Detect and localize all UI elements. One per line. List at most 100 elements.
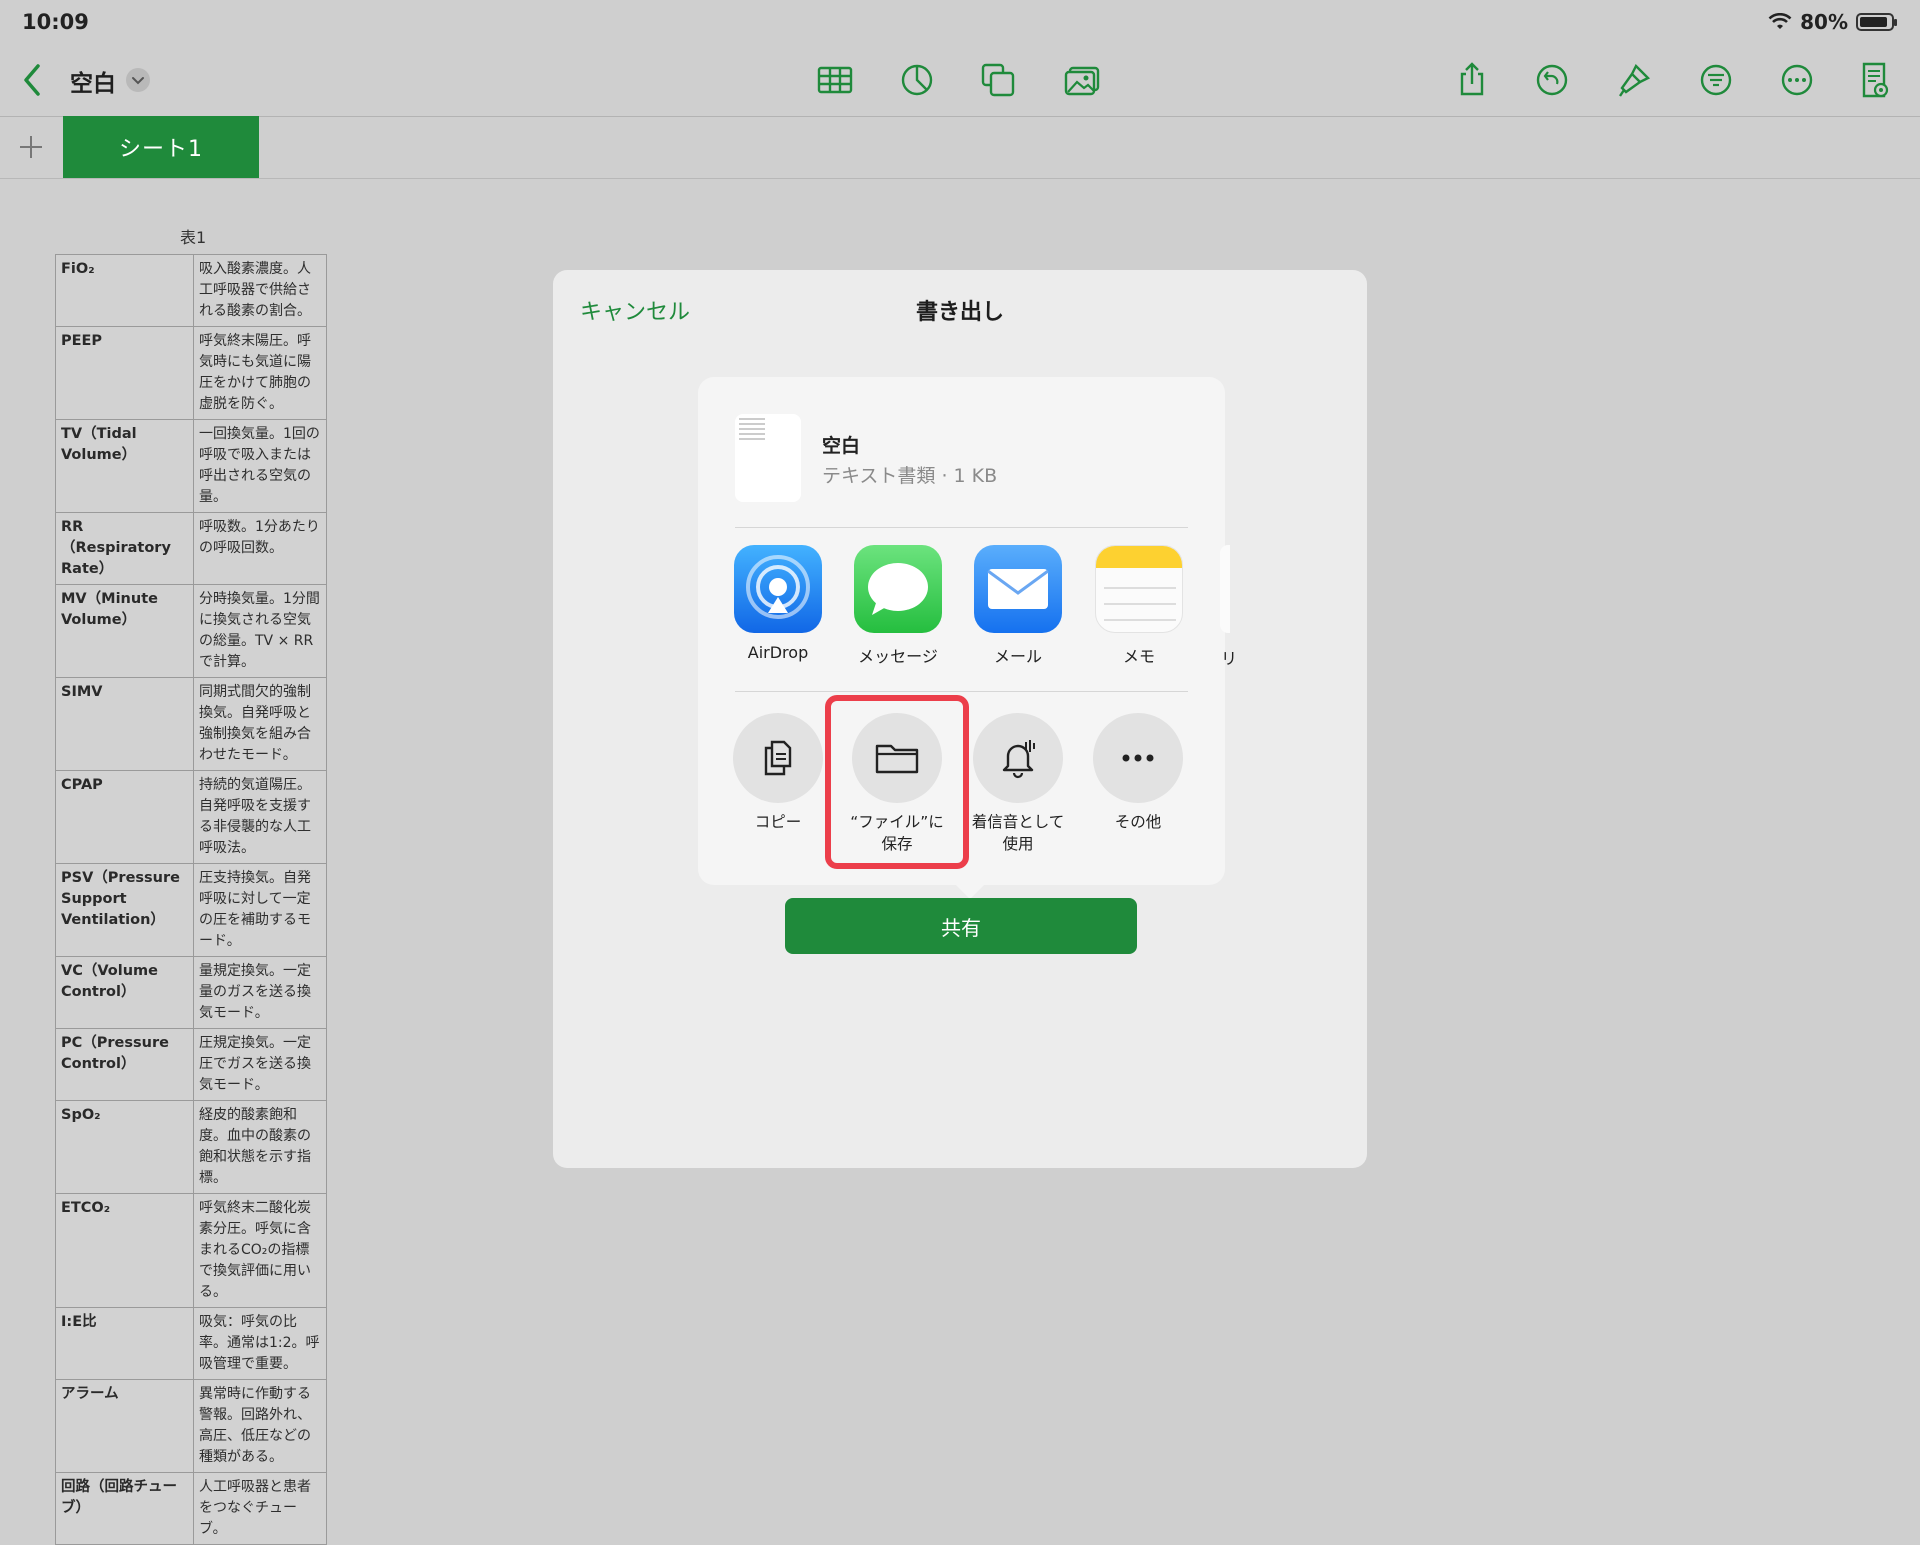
ellipsis-icon <box>1093 713 1183 803</box>
table-row: I:E比 吸気：呼気の比率。通常は1:2。呼吸管理で重要。 <box>55 1307 327 1380</box>
action-label: その他 <box>1114 813 1162 831</box>
term-cell[interactable]: PC（Pressure Control） <box>55 1028 194 1101</box>
action-label: コピー <box>754 813 802 831</box>
more-action[interactable]: その他 <box>1088 713 1188 833</box>
description-cell[interactable]: 同期式間欠的強制換気。自発呼吸と強制換気を組み合わせたモード。 <box>193 677 327 771</box>
description-cell[interactable]: 呼気終末二酸化炭素分圧。呼気に含まれるCO₂の指標で換気評価に用いる。 <box>193 1193 327 1308</box>
table-title: 表1 <box>180 228 207 247</box>
description-cell[interactable]: 圧支持換気。自発呼吸に対して一定の圧を補助するモード。 <box>193 863 327 957</box>
back-button[interactable] <box>16 58 50 102</box>
mail-icon <box>974 545 1062 633</box>
wifi-icon <box>1768 13 1792 29</box>
description-cell[interactable]: 一回換気量。1回の呼吸で吸入または呼出される空気の量。 <box>193 419 327 513</box>
table-row: TV（Tidal Volume） 一回換気量。1回の呼吸で吸入または呼出される空気… <box>55 419 327 513</box>
app-label: AirDrop <box>747 643 809 662</box>
copy-action[interactable]: コピー <box>728 713 828 833</box>
table-row: FiO₂ 吸入酸素濃度。人工呼吸器で供給される酸素の割合。 <box>55 254 327 327</box>
divider <box>735 527 1188 528</box>
share-app-mail[interactable]: メール <box>973 545 1063 667</box>
photo-icon <box>1064 66 1100 96</box>
file-thumbnail <box>735 414 801 502</box>
share-sheet: 空白 テキスト書類 · 1 KB AirDrop メッセージ メール メモ リ … <box>698 377 1237 899</box>
term-cell[interactable]: TV（Tidal Volume） <box>55 419 194 513</box>
insert-table-button[interactable] <box>815 60 855 100</box>
more-button[interactable] <box>1777 60 1817 100</box>
share-button[interactable] <box>1452 60 1492 100</box>
undo-icon <box>1536 64 1568 96</box>
action-label: 着信音として使用 <box>971 813 1065 853</box>
table-row: PC（Pressure Control） 圧規定換気。一定圧でガスを送る換気モード… <box>55 1028 327 1101</box>
table-row: MV（Minute Volume） 分時換気量。1分間に換気される空気の総量。TV… <box>55 584 327 678</box>
notes-icon <box>1095 545 1183 633</box>
table-row: ETCO₂ 呼気終末二酸化炭素分圧。呼気に含まれるCO₂の指標で換気評価に用いる。 <box>55 1193 327 1308</box>
share-confirm-button[interactable]: 共有 <box>785 898 1137 954</box>
format-button[interactable] <box>1614 60 1654 100</box>
description-cell[interactable]: 分時換気量。1分間に換気される空気の総量。TV × RRで計算。 <box>193 584 327 678</box>
insert-media-button[interactable] <box>1062 60 1102 100</box>
term-cell[interactable]: CPAP <box>55 770 194 864</box>
status-bar: 10:09 80% <box>0 0 1920 44</box>
table-row: SIMV 同期式間欠的強制換気。自発呼吸と強制換気を組み合わせたモード。 <box>55 677 327 771</box>
table-row: VC（Volume Control） 量規定換気。一定量のガスを送る換気モード。 <box>55 956 327 1029</box>
term-cell[interactable]: VC（Volume Control） <box>55 956 194 1029</box>
table-row: CPAP 持続的気道陽圧。自発呼吸を支援する非侵襲的な人工呼吸法。 <box>55 770 327 864</box>
table-icon <box>817 66 853 94</box>
description-cell[interactable]: 呼吸数。1分あたりの呼吸回数。 <box>193 512 327 585</box>
term-cell[interactable]: MV（Minute Volume） <box>55 584 194 678</box>
reading-view-button[interactable] <box>1854 60 1894 100</box>
table-row: アラーム 異常時に作動する警報。回路外れ、高圧、低圧などの種類がある。 <box>55 1379 327 1473</box>
battery-icon <box>1856 13 1897 31</box>
app-label: メール <box>993 647 1042 666</box>
term-cell[interactable]: アラーム <box>55 1379 194 1473</box>
document-title[interactable]: 空白 <box>70 64 116 98</box>
filter-icon <box>1700 64 1732 96</box>
reminders-icon[interactable] <box>1220 545 1230 633</box>
table-row: PEEP 呼気終末陽圧。呼気時にも気道に陽圧をかけて肺胞の虚脱を防ぐ。 <box>55 326 327 420</box>
use-as-ringtone-action[interactable]: 着信音として使用 <box>968 713 1068 855</box>
share-app-notes[interactable]: メモ <box>1094 545 1184 667</box>
status-time: 10:09 <box>22 10 89 34</box>
term-cell[interactable]: PEEP <box>55 326 194 420</box>
description-cell[interactable]: 量規定換気。一定量のガスを送る換気モード。 <box>193 956 327 1029</box>
plus-icon <box>20 136 42 158</box>
description-cell[interactable]: 呼気終末陽圧。呼気時にも気道に陽圧をかけて肺胞の虚脱を防ぐ。 <box>193 326 327 420</box>
description-cell[interactable]: 経皮的酸素飽和度。血中の酸素の飽和状態を示す指標。 <box>193 1100 327 1194</box>
share-app-messages[interactable]: メッセージ <box>853 545 943 667</box>
table-row: SpO₂ 経皮的酸素飽和度。血中の酸素の飽和状態を示す指標。 <box>55 1100 327 1194</box>
share-icon <box>1460 62 1484 96</box>
description-cell[interactable]: 人工呼吸器と患者をつなぐチューブ。 <box>193 1472 327 1545</box>
term-cell[interactable]: SIMV <box>55 677 194 771</box>
organize-button[interactable] <box>1696 60 1736 100</box>
undo-button[interactable] <box>1532 60 1572 100</box>
term-cell[interactable]: PSV（Pressure Support Ventilation） <box>55 863 194 957</box>
term-cell[interactable]: SpO₂ <box>55 1100 194 1194</box>
term-cell[interactable]: 回路（回路チューブ） <box>55 1472 194 1545</box>
tab-sheet-1[interactable]: シート1 <box>63 116 259 178</box>
highlight-box <box>825 695 969 869</box>
file-meta: テキスト書類 · 1 KB <box>822 465 998 487</box>
insert-chart-button[interactable] <box>897 60 937 100</box>
share-app-airdrop[interactable]: AirDrop <box>733 545 823 662</box>
messages-icon <box>854 545 942 633</box>
paintbrush-icon <box>1619 63 1651 97</box>
description-cell[interactable]: 異常時に作動する警報。回路外れ、高圧、低圧などの種類がある。 <box>193 1379 327 1473</box>
divider <box>735 691 1188 692</box>
term-cell[interactable]: ETCO₂ <box>55 1193 194 1308</box>
airdrop-icon <box>734 545 822 633</box>
status-right: 80% <box>1768 10 1897 34</box>
term-cell[interactable]: RR（Respiratory Rate） <box>55 512 194 585</box>
app-label: メッセージ <box>858 647 938 666</box>
pie-chart-icon <box>901 64 933 96</box>
add-sheet-button[interactable] <box>14 130 48 164</box>
cancel-button[interactable]: キャンセル <box>580 294 690 326</box>
description-cell[interactable]: 圧規定換気。一定圧でガスを送る換気モード。 <box>193 1028 327 1101</box>
description-cell[interactable]: 吸気：呼気の比率。通常は1:2。呼吸管理で重要。 <box>193 1307 327 1380</box>
title-menu-button[interactable] <box>126 68 150 92</box>
term-cell[interactable]: I:E比 <box>55 1307 194 1380</box>
ellipsis-circle-icon <box>1781 64 1813 96</box>
description-cell[interactable]: 持続的気道陽圧。自発呼吸を支援する非侵襲的な人工呼吸法。 <box>193 770 327 864</box>
table-row: 回路（回路チューブ） 人工呼吸器と患者をつなぐチューブ。 <box>55 1472 327 1545</box>
term-cell[interactable]: FiO₂ <box>55 254 194 327</box>
insert-shape-button[interactable] <box>978 60 1018 100</box>
description-cell[interactable]: 吸入酸素濃度。人工呼吸器で供給される酸素の割合。 <box>193 254 327 327</box>
